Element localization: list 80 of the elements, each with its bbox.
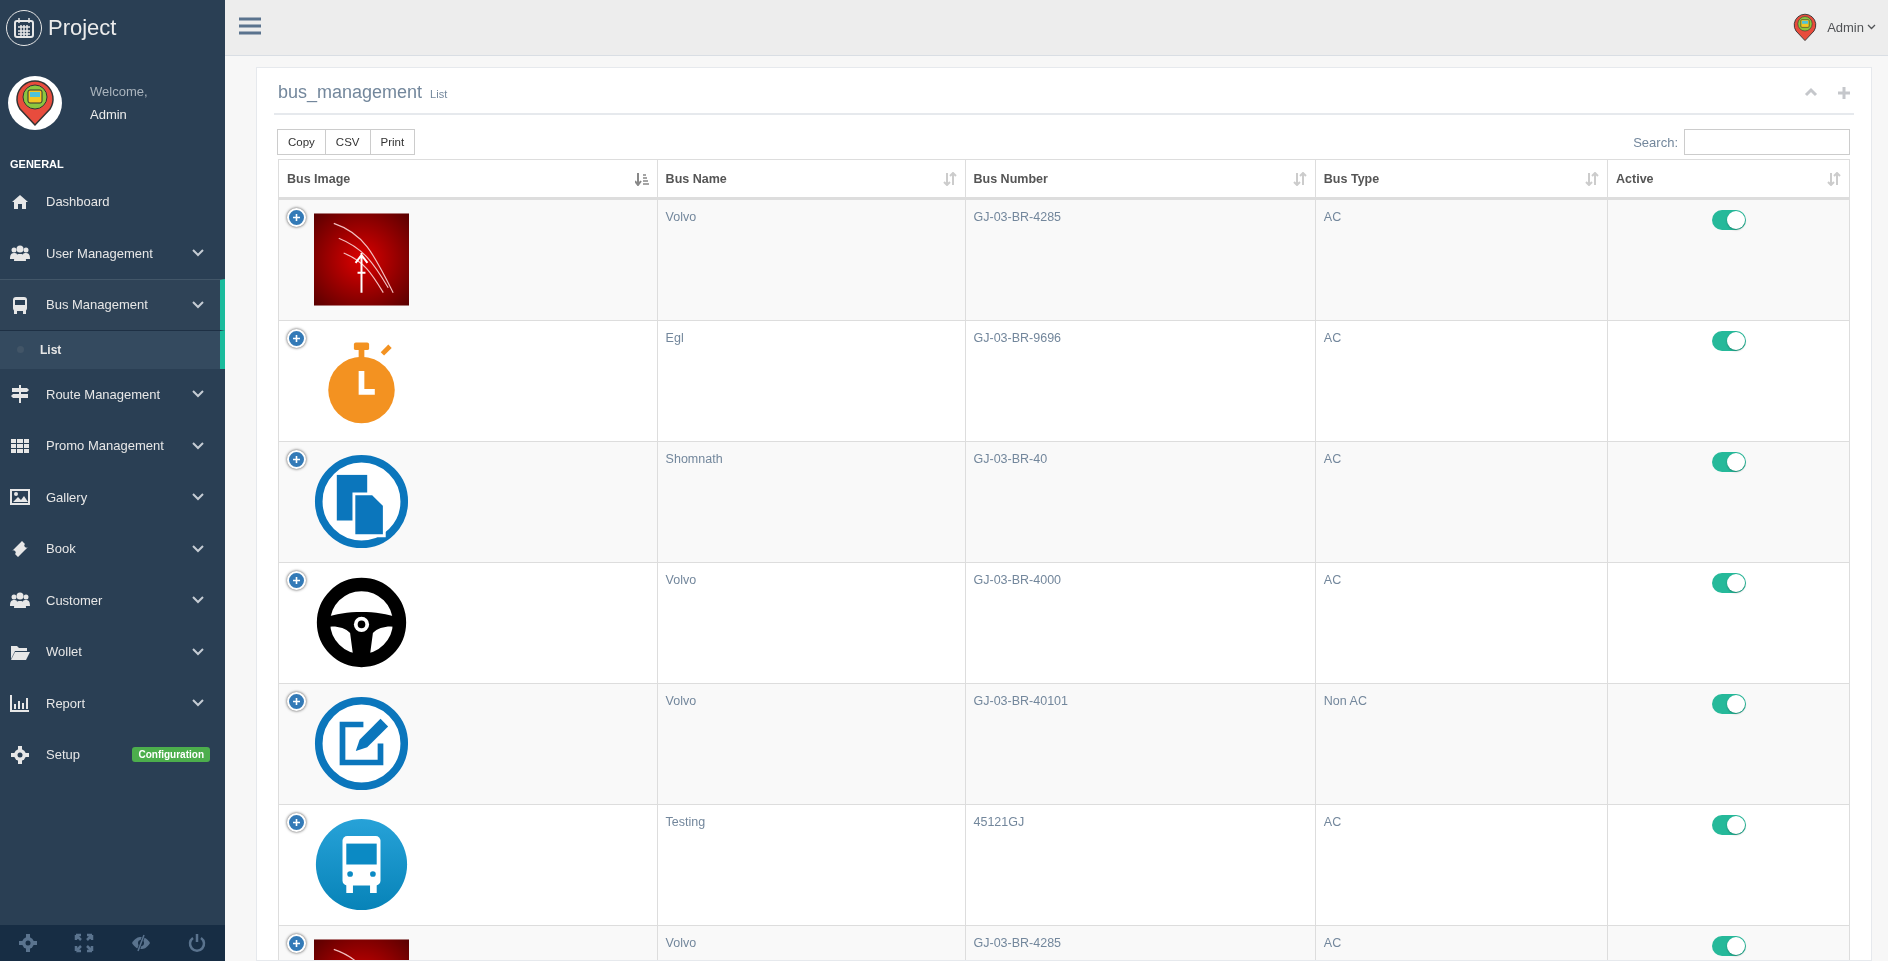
table-cell: GJ-03-BR-4000: [965, 562, 1316, 684]
search-label: Search:: [1633, 134, 1678, 150]
table-cell: AC: [1315, 804, 1608, 926]
panel-title: bus_management: [278, 82, 423, 103]
table-cell: Volvo: [657, 562, 965, 684]
table-cell: GJ-03-BR-40: [965, 441, 1316, 563]
export-button[interactable]: Print: [369, 129, 416, 155]
table-cell: Volvo: [657, 925, 965, 960]
search-field[interactable]: [1684, 129, 1850, 155]
table-cell: AC: [1315, 925, 1608, 960]
sidebar-item[interactable]: Setup Configuration: [0, 729, 225, 781]
active-toggle[interactable]: [1711, 331, 1746, 351]
active-toggle[interactable]: [1711, 936, 1746, 956]
sort-icon[interactable]: [1585, 171, 1600, 186]
expand-row-icon[interactable]: [287, 813, 306, 832]
expand-row-icon[interactable]: [287, 571, 306, 590]
sidebar-item[interactable]: Dashboard: [0, 176, 225, 228]
table-cell: GJ-03-BR-9696: [965, 320, 1316, 442]
table-cell: GJ-03-BR-4285: [965, 925, 1316, 960]
bus-pin-logo: [15, 79, 55, 127]
active-toggle[interactable]: [1711, 210, 1746, 230]
user-menu[interactable]: Admin: [1827, 20, 1876, 35]
sort-icon[interactable]: [1292, 171, 1307, 186]
table-cell: Volvo: [657, 198, 965, 321]
table-cell: Non AC: [1315, 683, 1608, 805]
table-cell: Volvo: [657, 683, 965, 805]
section-heading: GENERAL: [9, 157, 65, 172]
table-cell: AC: [1315, 198, 1608, 321]
sidebar-item[interactable]: Customer: [0, 574, 225, 626]
users-icon: [10, 590, 30, 611]
active-toggle[interactable]: [1711, 573, 1746, 593]
caret-icon: [1867, 24, 1876, 31]
table-cell: AC: [1315, 562, 1608, 684]
expand-row-icon[interactable]: [287, 692, 306, 711]
bus-icon: [10, 294, 30, 315]
signpost-icon: [10, 384, 30, 405]
sort-icon[interactable]: [942, 171, 957, 186]
panel-subtitle: List: [430, 88, 449, 100]
brand-title[interactable]: Project: [48, 15, 117, 41]
sidebar-item[interactable]: User Management: [0, 227, 225, 279]
sidebar-item[interactable]: Book: [0, 523, 225, 575]
table-cell: Egl: [657, 320, 965, 442]
sidebar-item[interactable]: Gallery: [0, 471, 225, 523]
table-cell: AC: [1315, 320, 1608, 442]
picture-icon: [10, 487, 30, 508]
collapse-icon[interactable]: [1804, 86, 1818, 97]
power-icon[interactable]: [186, 933, 207, 953]
sidebar-item[interactable]: Bus Management: [0, 279, 225, 331]
expand-row-icon[interactable]: [287, 329, 306, 348]
plus-icon[interactable]: [1838, 86, 1850, 99]
configuration-badge: Configuration: [132, 747, 210, 763]
expand-row-icon[interactable]: [287, 450, 306, 469]
table-cell: 45121GJ: [965, 804, 1316, 926]
table-cell: GJ-03-BR-4285: [965, 198, 1316, 321]
sort-icon[interactable]: [1827, 171, 1841, 186]
active-toggle[interactable]: [1711, 694, 1746, 714]
sidebar-item[interactable]: Promo Management: [0, 420, 225, 472]
users-icon: [10, 243, 30, 264]
export-button[interactable]: Copy: [277, 129, 326, 155]
chart-icon: [10, 693, 30, 714]
bus-pin-logo: [1793, 13, 1818, 42]
sidebar-item[interactable]: Report: [0, 677, 225, 729]
table-cell: GJ-03-BR-40101: [965, 683, 1316, 805]
user-name: Admin: [90, 107, 128, 122]
expand-row-icon[interactable]: [287, 934, 306, 953]
sort-ascending-icon[interactable]: [634, 171, 649, 186]
welcome-text: Welcome,: [90, 84, 148, 99]
sidebar-item[interactable]: Route Management: [0, 368, 225, 420]
eye-slash-icon[interactable]: [130, 933, 151, 953]
table-cell: Shomnath: [657, 441, 965, 563]
fullscreen-icon[interactable]: [74, 933, 95, 953]
active-toggle[interactable]: [1711, 815, 1746, 835]
table-cell: Testing: [657, 804, 965, 926]
submenu-item[interactable]: List: [0, 330, 220, 369]
active-toggle[interactable]: [1711, 452, 1746, 472]
expand-row-icon[interactable]: [287, 208, 306, 227]
table-cell: AC: [1315, 441, 1608, 563]
sidebar-item[interactable]: Wollet: [0, 626, 225, 678]
export-button[interactable]: CSV: [324, 129, 371, 155]
menu-icon[interactable]: [239, 16, 261, 35]
